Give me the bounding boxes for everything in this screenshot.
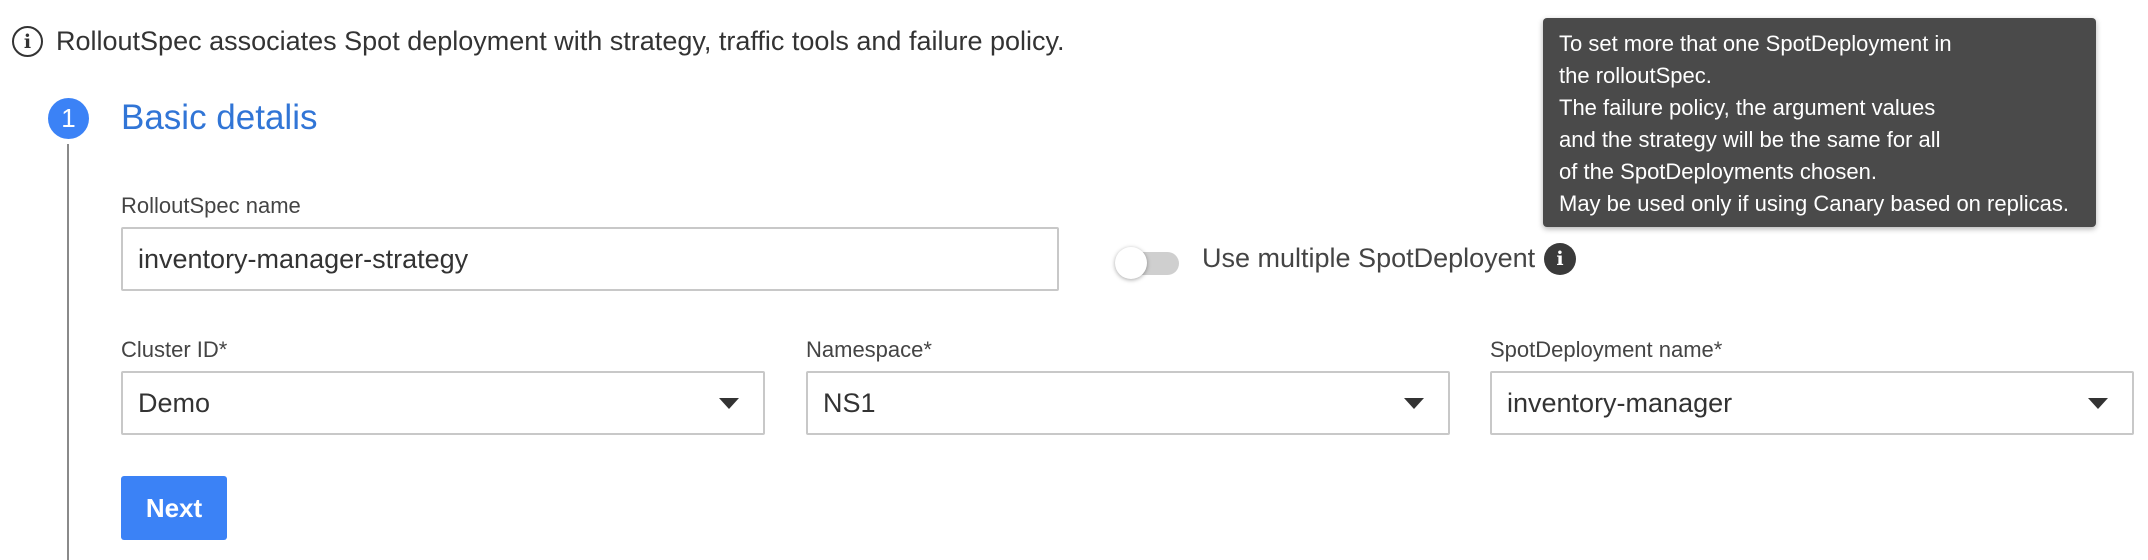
spot-deployment-select[interactable]: inventory-manager — [1490, 371, 2134, 435]
info-icon: i — [12, 26, 43, 57]
tooltip-line: and the strategy will be the same for al… — [1559, 127, 1941, 152]
spot-deployment-label: SpotDeployment name* — [1490, 337, 1723, 362]
tooltip-line: The failure policy, the argument values — [1559, 95, 1936, 120]
cluster-id-value: Demo — [138, 387, 211, 418]
info-icon[interactable]: i — [1544, 243, 1576, 275]
rollout-name-input[interactable]: inventory-manager-strategy — [121, 227, 1059, 291]
tooltip-line: May be used only if using Canary based o… — [1559, 191, 2069, 216]
multiple-spotdeployment-tooltip: To set more that one SpotDeployment in t… — [1543, 18, 2096, 227]
rollout-name-value: inventory-manager-strategy — [138, 243, 469, 274]
namespace-value: NS1 — [823, 387, 876, 418]
chevron-down-icon — [2088, 397, 2108, 409]
tooltip-line: of the SpotDeployments chosen. — [1559, 159, 1877, 184]
step-connector-line — [67, 144, 69, 560]
chevron-down-icon — [719, 397, 739, 409]
next-button[interactable]: Next — [121, 476, 227, 540]
step-number-badge: 1 — [48, 98, 89, 139]
multiple-spotdeployment-label: Use multiple SpotDeployent — [1202, 243, 1536, 273]
tooltip-line: To set more that one SpotDeployment in — [1559, 31, 1952, 56]
tooltip-line: the rolloutSpec. — [1559, 63, 1712, 88]
rollout-spec-page: i RolloutSpec associates Spot deployment… — [0, 0, 2148, 560]
namespace-select[interactable]: NS1 — [806, 371, 1450, 435]
rollout-name-label: RolloutSpec name — [121, 193, 301, 218]
namespace-label: Namespace* — [806, 337, 932, 362]
description-line: i RolloutSpec associates Spot deployment… — [12, 26, 1065, 57]
cluster-id-select[interactable]: Demo — [121, 371, 765, 435]
description-text: RolloutSpec associates Spot deployment w… — [56, 26, 1065, 56]
spot-deployment-value: inventory-manager — [1507, 387, 1733, 418]
multiple-spotdeployment-toggle[interactable] — [1115, 247, 1181, 279]
step-title: Basic detalis — [121, 98, 318, 137]
cluster-id-label: Cluster ID* — [121, 337, 228, 362]
toggle-knob — [1115, 247, 1147, 279]
chevron-down-icon — [1404, 397, 1424, 409]
